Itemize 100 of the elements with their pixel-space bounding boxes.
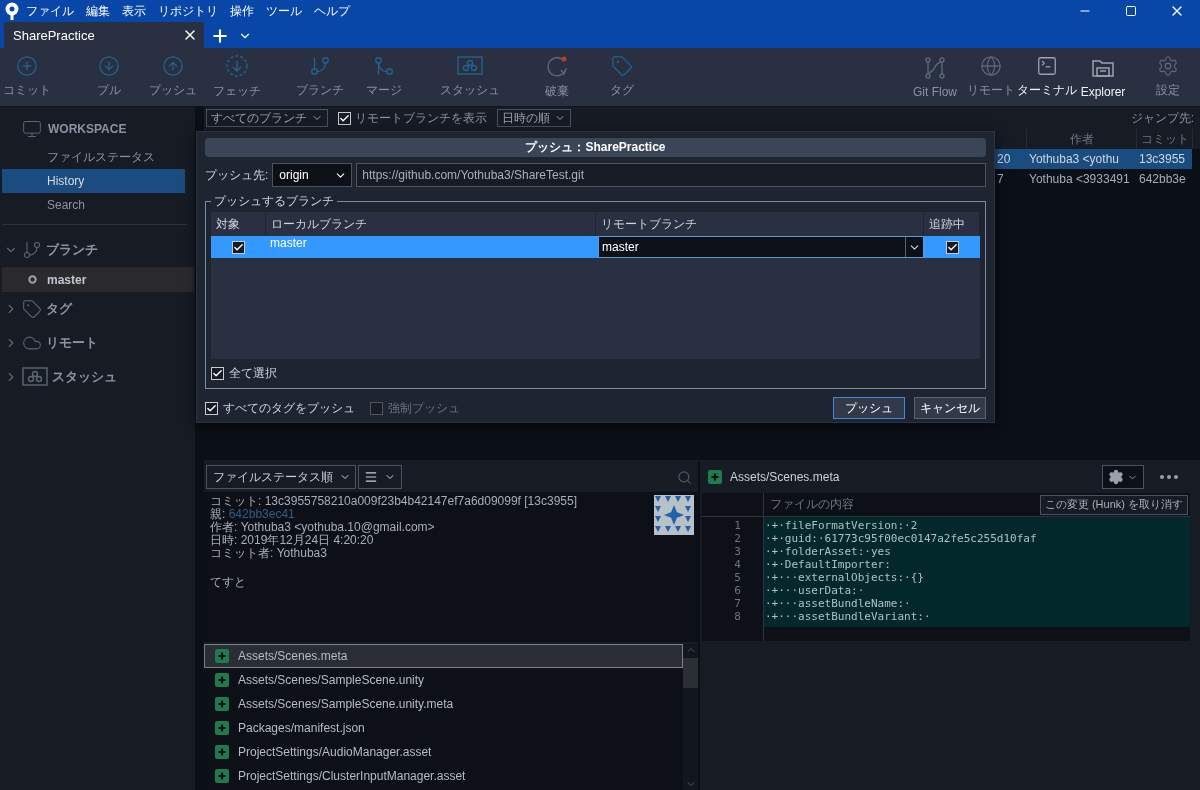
commit-detail: コミット者: Yothuba3: [210, 547, 328, 560]
section-label: スタッシュ: [52, 368, 117, 386]
search-icon: [677, 469, 692, 485]
scrollbar-thumb[interactable]: [683, 658, 698, 688]
remote-select[interactable]: origin: [272, 163, 353, 187]
diff-file-title: Assets/Scenes.meta: [730, 470, 840, 484]
url-field[interactable]: https://github.com/Yothuba3/ShareTest.git: [356, 163, 986, 187]
table-cell-text: 642bb3e: [1138, 171, 1187, 188]
diff-header: ファイルの内容: [770, 496, 854, 513]
scrollbar[interactable]: [683, 644, 698, 790]
view-mode-select[interactable]: [358, 465, 402, 489]
repo-tab[interactable]: SharePractice: [4, 22, 204, 48]
sidebar-item[interactable]: History: [2, 169, 185, 193]
checkbox-label: すべてのタグをプッシュ: [223, 399, 355, 417]
table-cell: 13c3955: [1136, 149, 1192, 169]
section-label: リモート: [46, 334, 98, 352]
sidebar-section[interactable]: スタッシュ: [0, 360, 190, 394]
commit-message: てすと: [210, 574, 247, 591]
line-number: 2: [733, 532, 742, 545]
file-row[interactable]: Assets/Scenes/SampleScene.unity: [204, 668, 683, 692]
branch-filter-select[interactable]: すべてのブランチ: [206, 109, 328, 127]
branch-icon: [309, 55, 331, 77]
stash-icon: [457, 55, 483, 77]
arrow-up-circle-icon: [162, 55, 184, 77]
toolbar-button[interactable]: Explorer: [1076, 51, 1130, 103]
terminal-icon: [1036, 55, 1058, 77]
sidebar-section[interactable]: タグ: [0, 292, 190, 326]
settings-dropdown[interactable]: [1102, 465, 1144, 489]
tag-icon: [611, 55, 633, 77]
branch-label: master: [47, 272, 87, 287]
settings-icon: [1157, 55, 1179, 77]
section-label: タグ: [46, 300, 72, 318]
tag-icon: [22, 299, 42, 319]
stash-icon: [22, 366, 48, 388]
file-row[interactable]: Assets/Scenes.meta: [204, 644, 683, 668]
globe-icon: [980, 55, 1002, 77]
refresh-icon: [545, 54, 569, 78]
file-row[interactable]: Assets/Scenes/SampleScene.unity.meta: [204, 692, 683, 716]
sidebar-section[interactable]: ブランチ: [0, 233, 190, 267]
plus-circle-icon: [16, 55, 38, 77]
added-file-icon: [215, 649, 229, 663]
section-label: ブランチ: [46, 241, 98, 259]
line-number: 5: [733, 571, 742, 584]
table-cell-text: 7: [996, 171, 1005, 188]
branch-row[interactable]: [211, 236, 266, 258]
dialog-button[interactable]: キャンセル: [914, 397, 986, 419]
added-file-icon: [215, 745, 229, 759]
line-number: 8: [733, 610, 742, 623]
maximize-icon: [1125, 5, 1137, 17]
column-header[interactable]: コミット: [1136, 129, 1192, 149]
sidebar-section[interactable]: リモート: [0, 326, 190, 360]
dialog-button[interactable]: プッシュ: [833, 397, 905, 419]
code-line: ·+·guid:·61773c95f00ec0147a2fe5c255d10faf: [764, 532, 1038, 545]
file-row[interactable]: ProjectSettings/ClusterInputManager.asset: [204, 764, 683, 788]
menu-item[interactable]: ヘルプ: [308, 0, 356, 22]
menu-item[interactable]: 編集: [80, 0, 116, 22]
file-row[interactable]: Packages/manifest.json: [204, 716, 683, 740]
menu-item[interactable]: 表示: [116, 0, 152, 22]
line-number: 7: [733, 597, 742, 610]
added-file-icon: [708, 470, 722, 484]
menu-item[interactable]: ファイル: [20, 0, 80, 22]
dialog-title: プッシュ：SharePractice: [205, 138, 986, 157]
line-number: 4: [733, 558, 742, 571]
monitor-icon: [22, 119, 42, 139]
flow-icon: [923, 55, 947, 80]
file-row[interactable]: ProjectSettings/AudioManager.asset: [204, 740, 683, 764]
list-icon: [364, 470, 378, 484]
branch-item[interactable]: master: [2, 267, 194, 292]
added-file-icon: [215, 769, 229, 783]
sidebar-item[interactable]: Search: [2, 193, 185, 217]
workspace-title: WORKSPACE: [48, 122, 127, 136]
code-line: ·+·folderAsset:·yes: [764, 545, 892, 558]
group-legend: プッシュするブランチ: [211, 193, 337, 210]
menu-item[interactable]: 操作: [224, 0, 260, 22]
sidebar-item[interactable]: ファイルステータス: [2, 145, 185, 169]
remote-branch-select[interactable]: master: [598, 236, 924, 258]
code-line: ·+···assetBundleName:·: [764, 597, 912, 610]
code-line: ·+···userData:·: [764, 584, 866, 597]
more-icon: [1160, 475, 1178, 479]
table-cell: 20: [994, 149, 1026, 169]
table-cell: Yothuba3 <yothu: [1026, 149, 1136, 169]
order-select[interactable]: 日時の順: [497, 109, 571, 127]
branch-icon: [22, 240, 42, 260]
menu-item[interactable]: ツール: [260, 0, 308, 22]
code-line: ·+·DefaultImporter:: [764, 558, 892, 571]
column-header[interactable]: 作者: [1026, 129, 1136, 149]
added-file-icon: [215, 673, 229, 687]
discard-hunk-button[interactable]: この変更 (Hunk) を取り消す: [1039, 494, 1188, 515]
added-file-icon: [215, 721, 229, 735]
menu-item[interactable]: リポジトリ: [152, 0, 224, 22]
line-number: 3: [733, 545, 742, 558]
code-line: ·+···assetBundleVariant:·: [764, 610, 932, 623]
circle-icon: [28, 275, 37, 284]
avatar-pattern: [654, 495, 694, 535]
line-number: 1: [733, 519, 742, 532]
commit-detail: 作者: Yothuba3 <yothuba.10@gmail.com>: [210, 521, 436, 534]
table-cell-text: Yothuba <3933491: [1028, 171, 1131, 188]
added-file-icon: [215, 697, 229, 711]
merge-icon: [373, 55, 395, 77]
sort-select[interactable]: ファイルステータス順: [206, 465, 356, 489]
